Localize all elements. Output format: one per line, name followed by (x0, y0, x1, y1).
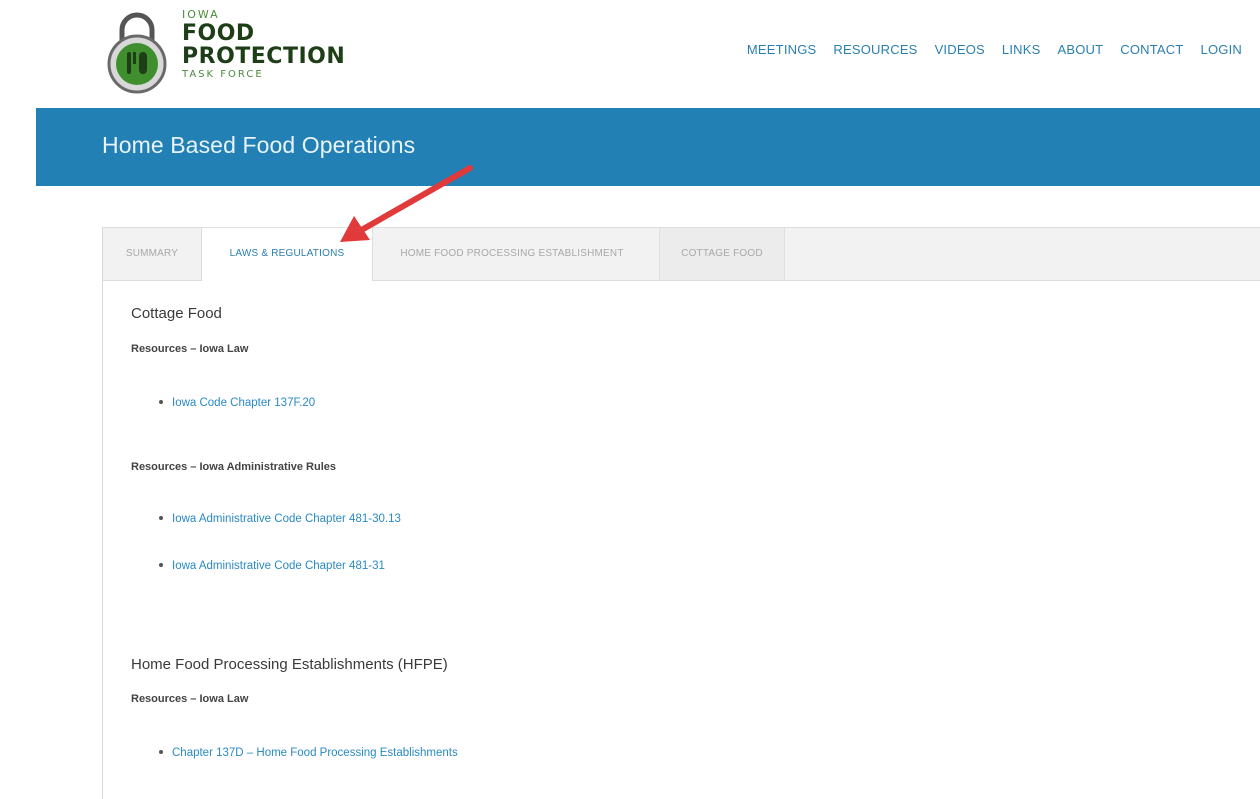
bullet-icon (159, 749, 163, 754)
page-banner: Home Based Food Operations (36, 108, 1260, 186)
link-chapter-137d[interactable]: Chapter 137D – Home Food Processing Esta… (172, 747, 458, 759)
cottage-food-heading: Cottage Food (131, 305, 222, 322)
nav-resources[interactable]: RESOURCES (833, 42, 917, 57)
tab-bar: SUMMARY LAWS & REGULATIONS HOME FOOD PRO… (103, 227, 1260, 281)
list-item: Iowa Code Chapter 137F.20 (159, 397, 315, 409)
link-admin-code-481-30-13[interactable]: Iowa Administrative Code Chapter 481-30.… (172, 513, 401, 525)
list-item: Chapter 137D – Home Food Processing Esta… (159, 747, 458, 759)
page-title: Home Based Food Operations (102, 132, 416, 158)
nav-links[interactable]: LINKS (1002, 42, 1041, 57)
tabs-panel: SUMMARY LAWS & REGULATIONS HOME FOOD PRO… (102, 227, 1260, 799)
logo-protection-text: PROTECTION (182, 44, 346, 69)
nav-meetings[interactable]: MEETINGS (747, 42, 817, 57)
hfpe-law-heading: Resources – Iowa Law (131, 693, 249, 705)
link-admin-code-481-31[interactable]: Iowa Administrative Code Chapter 481-31 (172, 560, 385, 572)
hfpe-heading: Home Food Processing Establishments (HFP… (131, 656, 448, 673)
nav-login[interactable]: LOGIN (1201, 42, 1242, 57)
tab-laws-regulations[interactable]: LAWS & REGULATIONS (201, 228, 373, 281)
bullet-icon (159, 399, 163, 404)
site-logo[interactable]: IOWA FOOD PROTECTION TASK FORCE (104, 8, 364, 96)
site-header: IOWA FOOD PROTECTION TASK FORCE MEETINGS… (0, 0, 1260, 108)
logo-iowa-text: IOWA (182, 8, 220, 21)
bullet-icon (159, 562, 163, 567)
nav-videos[interactable]: VIDEOS (935, 42, 985, 57)
padlock-logo-icon (107, 12, 167, 94)
logo-food-text: FOOD (182, 21, 255, 46)
cottage-law-heading: Resources – Iowa Law (131, 343, 249, 355)
list-item: Iowa Administrative Code Chapter 481-30.… (159, 513, 401, 525)
tab-summary[interactable]: SUMMARY (103, 228, 201, 280)
page: IOWA FOOD PROTECTION TASK FORCE MEETINGS… (0, 0, 1260, 799)
cottage-rules-heading: Resources – Iowa Administrative Rules (131, 461, 336, 473)
list-item: Iowa Administrative Code Chapter 481-31 (159, 560, 385, 572)
nav-contact[interactable]: CONTACT (1120, 42, 1183, 57)
logo-task-force-text: TASK FORCE (182, 69, 264, 80)
nav-about[interactable]: ABOUT (1057, 42, 1103, 57)
bullet-icon (159, 515, 163, 520)
tab-home-food-processing[interactable]: HOME FOOD PROCESSING ESTABLISHMENT (373, 228, 651, 280)
tab-cottage-food[interactable]: COTTAGE FOOD (659, 228, 785, 280)
link-iowa-code-137f20[interactable]: Iowa Code Chapter 137F.20 (172, 397, 315, 409)
main-nav: MEETINGS RESOURCES VIDEOS LINKS ABOUT CO… (730, 42, 1242, 57)
